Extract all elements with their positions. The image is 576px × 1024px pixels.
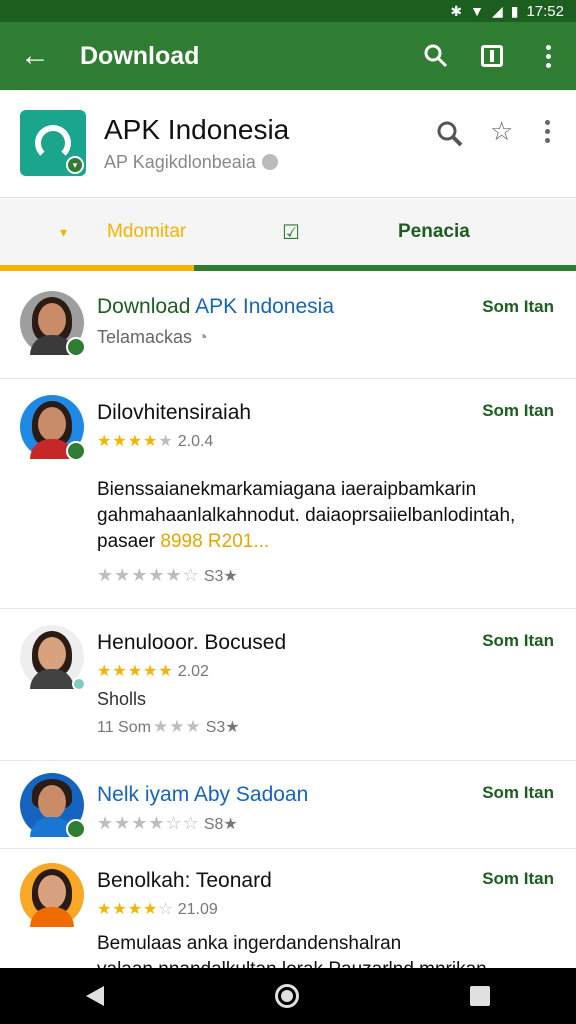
list-item[interactable]: Henulooor. Bocused Som Itan ★★★★★ 2.02 Sh… [0,609,576,761]
tab-label: Mdomitar [107,221,187,242]
nav-home-icon[interactable] [274,984,299,1008]
list-item[interactable]: Dilovhitensiraiah Som Itan ★★★★★ 2.0.4 Bi… [0,379,576,609]
nav-recents-icon[interactable] [470,986,491,1006]
arrow-back-icon[interactable]: ← [0,22,70,90]
list-item[interactable]: Benolkah: Teonard Som Itan ★★★★☆ 21.09 Be… [0,849,576,980]
app-header: ▾ APK Indonesia AP Kagikdlonbeaia ☆ [0,90,576,198]
search-icon[interactable] [408,22,464,90]
status-time: 17:52 [526,2,564,20]
tab-label: Penacia [398,221,470,242]
book-icon[interactable] [464,22,520,90]
avatar [20,863,84,927]
info-icon [261,154,278,170]
star-icon[interactable]: ☆ [490,116,513,147]
tab-mdomitar[interactable]: ▾ Mdomitar [60,199,186,265]
item-action-button[interactable]: Som Itan [482,401,554,421]
chevron-down-icon: ▾ [60,223,68,240]
search-icon[interactable] [436,120,464,155]
list-item[interactable]: Download APK Indonesia Som Itan Telamack… [0,271,576,379]
app-logo: ▾ [20,110,86,176]
rating-stars: ★★★★★ 2.0.4 [97,433,214,450]
item-action-button[interactable]: Som Itan [482,869,554,889]
avatar [20,291,86,357]
item-action-button[interactable]: Som Itan [482,297,554,317]
nav-back-icon[interactable] [85,986,104,1006]
rating-stars: ★★★★☆ 21.09 [97,901,218,918]
battery-icon: ▮ [510,3,519,19]
tab-checkbox[interactable]: ☑ [282,199,300,265]
item-title: Henulooor. Bocused [97,631,287,654]
page-title: Download [80,41,200,70]
more-icon[interactable] [520,22,576,90]
app-bar: ← Download [0,22,576,90]
rating-stars: ★★★★★ 2.02 [97,663,209,680]
item-body: Sholls [97,689,147,709]
verified-badge-icon: ▾ [66,156,84,174]
system-nav-bar [0,968,576,1024]
bluetooth-icon: ✱ [450,3,463,19]
app-subtitle: AP Kagikdlonbeaia [104,152,278,173]
item-action-button[interactable]: Som Itan [482,631,554,651]
item-title: Benolkah: Teonard [97,869,272,892]
rating-stars: ★★★★☆☆ S8★ [97,813,238,833]
rating-stars: ★★★★★☆ S3★ [97,565,238,585]
rating-stars: 11 Som ★★★ S3★ [97,717,240,736]
tab-bar: ▾ Mdomitar ☑ Penacia [0,199,576,271]
avatar [20,395,86,461]
checkbox-icon: ☑ [282,221,300,244]
item-title: Download APK Indonesia [97,295,335,318]
item-title: Dilovhitensiraiah [97,401,252,424]
list-item[interactable]: Nelk iyam Aby Sadoan Som Itan ★★★★☆☆ S8★ [0,761,576,849]
item-body: Bienssaianekmarkamiagana iaeraipbamkarin… [97,479,516,552]
avatar [20,625,86,691]
item-action-button[interactable]: Som Itan [482,783,554,803]
signal-icon: ◢ [491,3,503,19]
item-subtitle: Telamackas ◔ [97,327,208,347]
app-name: APK Indonesia [104,114,290,145]
status-bar: ✱ ▼ ◢ ▮ 17:52 [0,0,576,22]
avatar [20,773,86,839]
item-title: Nelk iyam Aby Sadoan [97,783,309,806]
tab-penacia[interactable]: Penacia [398,199,470,265]
wifi-icon: ▼ [470,3,484,19]
more-icon[interactable] [545,120,550,143]
